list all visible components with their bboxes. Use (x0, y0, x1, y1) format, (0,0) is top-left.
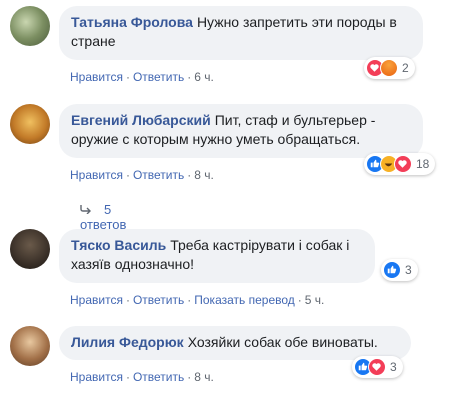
avatar[interactable] (10, 104, 50, 144)
comment-text: Хозяйки собак обе виноваты. (187, 334, 378, 350)
reactions-summary[interactable]: 18 (364, 153, 436, 175)
reaction-count: 3 (390, 360, 397, 374)
comment-author[interactable]: Татьяна Фролова (71, 14, 193, 30)
separator: · (187, 293, 192, 307)
reactions-summary[interactable]: 3 (381, 259, 418, 281)
like-button[interactable]: Нравится (70, 293, 123, 307)
comment-actions: Нравится · Ответить · 8 ч. (70, 370, 214, 384)
like-button[interactable]: Нравится (70, 370, 123, 384)
avatar[interactable] (10, 326, 50, 366)
comment-time[interactable]: 6 ч. (194, 70, 214, 84)
view-replies-link[interactable]: 5 ответов (80, 202, 126, 232)
separator: · (125, 70, 130, 84)
like-button[interactable]: Нравится (70, 70, 123, 84)
comment-bubble: Татьяна Фролова Нужно запретить эти пород… (59, 6, 423, 60)
avatar[interactable] (10, 229, 50, 269)
comment-bubble: Тяско Василь Треба кастрірувати і собак і… (59, 229, 375, 283)
reaction-count: 18 (416, 157, 430, 171)
love-icon (394, 155, 412, 173)
reaction-count: 3 (405, 263, 412, 277)
reaction-count: 2 (402, 61, 409, 75)
separator: · (187, 70, 192, 84)
reply-arrow-icon (80, 202, 92, 217)
comment-bubble: Евгений Любарский Пит, стаф и бультерьер … (59, 104, 423, 158)
separator: · (187, 168, 192, 182)
comment-author[interactable]: Евгений Любарский (71, 112, 211, 128)
comment-actions: Нравится · Ответить · 6 ч. (70, 70, 214, 84)
show-translation-button[interactable]: Показать перевод (194, 293, 295, 307)
comment-time[interactable]: 5 ч. (305, 293, 325, 307)
separator: · (187, 370, 192, 384)
angry-icon (380, 59, 398, 77)
reactions-summary[interactable]: 2 (364, 57, 415, 79)
separator: · (125, 370, 130, 384)
comment-time[interactable]: 8 ч. (194, 168, 214, 182)
separator: · (125, 168, 130, 182)
comment-bubble: Лилия Федорюк Хозяйки собак обе виноваты. (59, 326, 411, 360)
comment-author[interactable]: Тяско Василь (71, 237, 166, 253)
reply-button[interactable]: Ответить (133, 70, 184, 84)
comment-actions: Нравится · Ответить · Показать перевод · 5 ч. (70, 293, 324, 307)
separator: · (297, 293, 302, 307)
like-icon (383, 261, 401, 279)
separator: · (125, 293, 130, 307)
love-icon (368, 358, 386, 376)
comment-author[interactable]: Лилия Федорюк (71, 334, 184, 350)
reply-button[interactable]: Ответить (133, 293, 184, 307)
comment-actions: Нравится · Ответить · 8 ч. (70, 168, 214, 182)
comment-time[interactable]: 8 ч. (194, 370, 214, 384)
reply-button[interactable]: Ответить (133, 168, 184, 182)
reactions-summary[interactable]: 3 (352, 356, 403, 378)
like-button[interactable]: Нравится (70, 168, 123, 182)
avatar[interactable] (10, 6, 50, 46)
reply-button[interactable]: Ответить (133, 370, 184, 384)
